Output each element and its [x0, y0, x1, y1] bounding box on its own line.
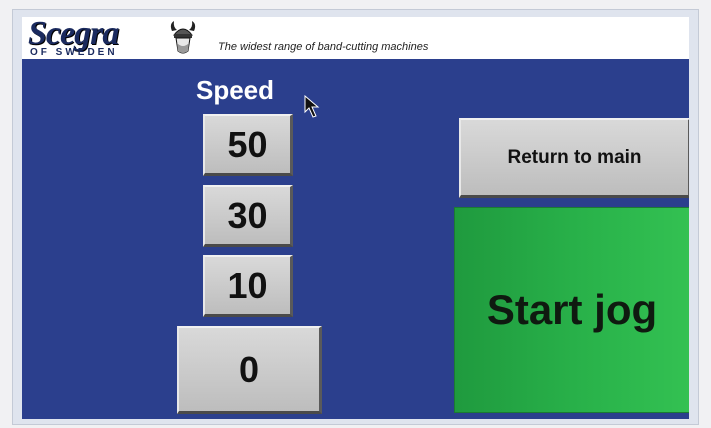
- brand-tagline: The widest range of band-cutting machine…: [218, 41, 429, 53]
- speed-30-button[interactable]: 30: [203, 185, 293, 247]
- viking-helmet-icon: [170, 21, 196, 54]
- return-to-main-button[interactable]: Return to main: [459, 118, 689, 198]
- mouse-cursor-icon: [304, 95, 320, 118]
- speed-label: Speed: [196, 75, 275, 105]
- start-jog-button[interactable]: Start jog: [454, 207, 689, 413]
- brand-logo-subtext: OF SWEDEN: [30, 47, 118, 58]
- brand-header: Scegra OF SWEDEN The widest range of ban…: [22, 17, 689, 59]
- hmi-screen: Scegra OF SWEDEN The widest range of ban…: [22, 17, 689, 419]
- speed-50-button[interactable]: 50: [203, 114, 293, 176]
- speed-0-button[interactable]: 0: [177, 326, 322, 414]
- speed-10-button[interactable]: 10: [203, 255, 293, 317]
